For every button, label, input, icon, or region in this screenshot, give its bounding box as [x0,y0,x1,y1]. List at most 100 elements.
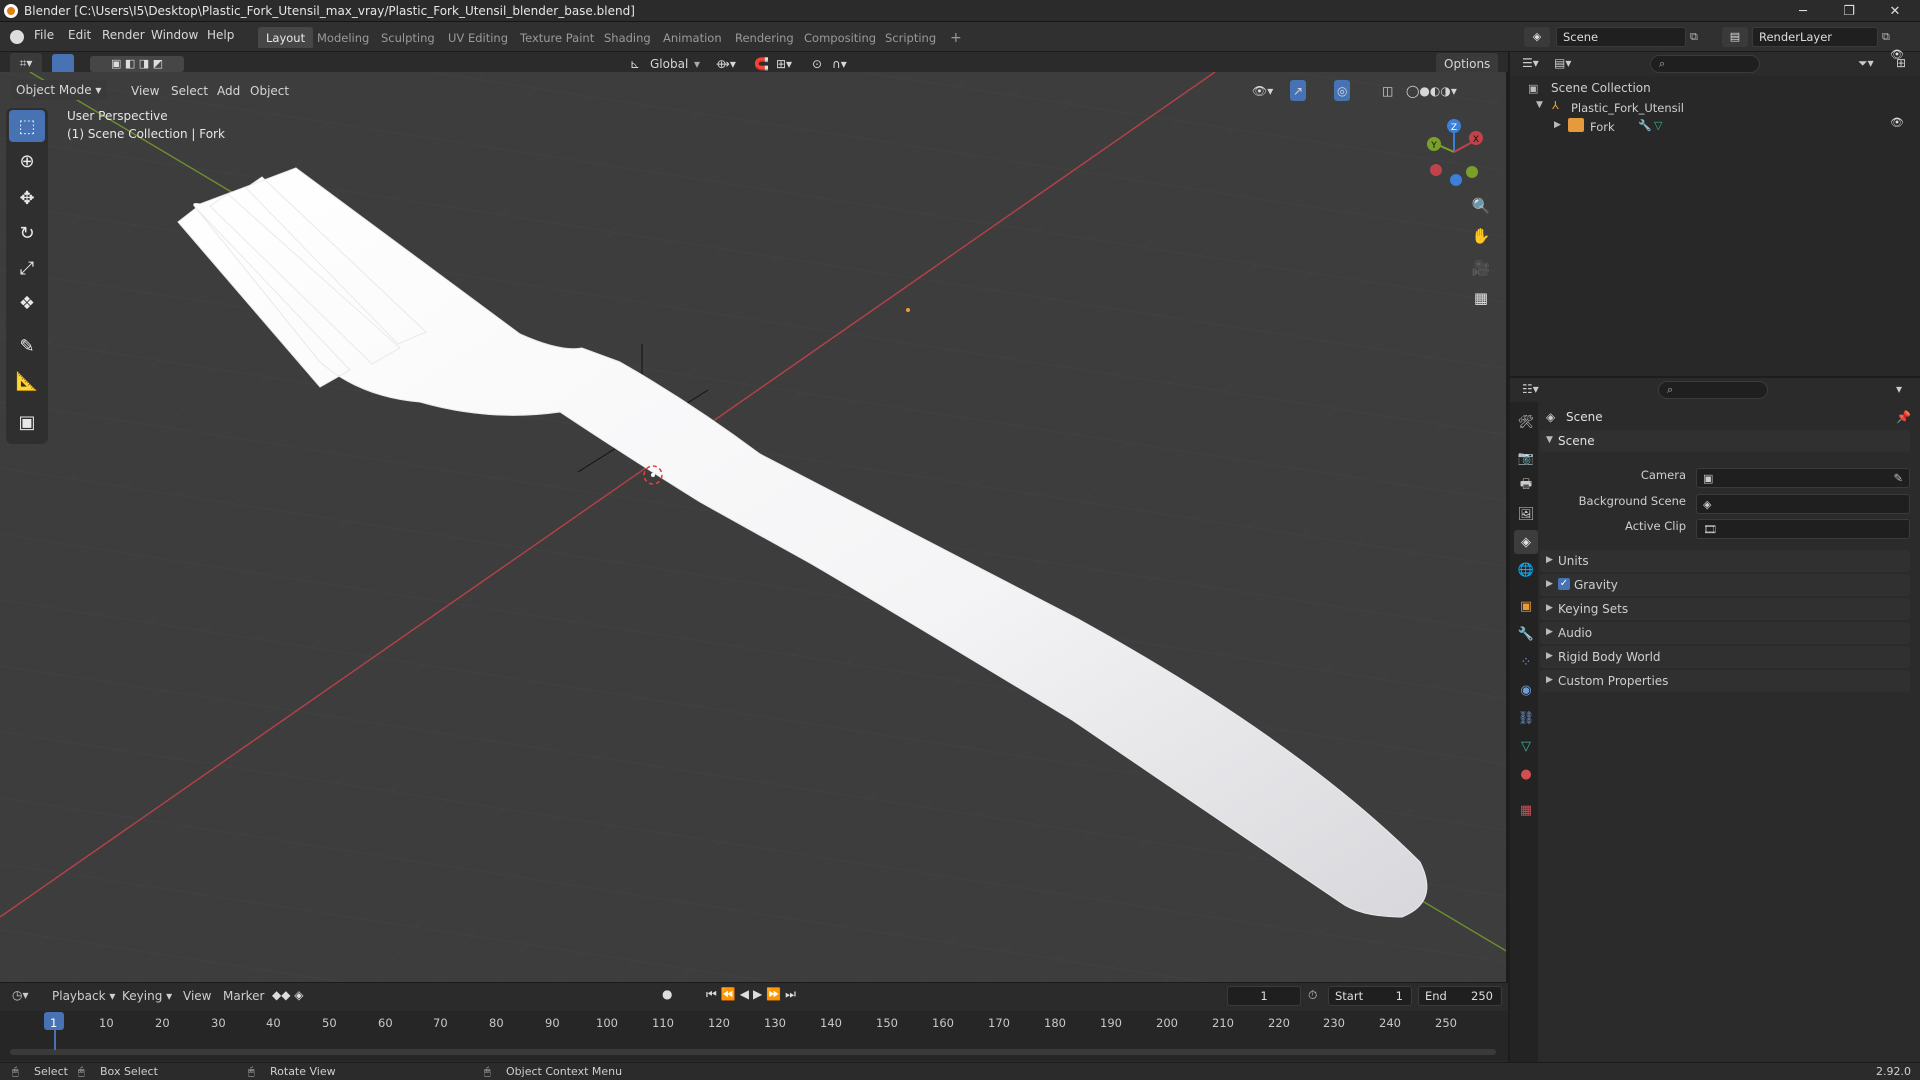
expand-chevron-right-icon[interactable]: ▶ [1554,120,1561,130]
navigation-gizmo[interactable]: Z Y X [1420,114,1500,194]
data-tab-icon[interactable]: ▽ [1514,734,1538,758]
tab-shading[interactable]: Shading [596,27,659,48]
chevron-down-icon[interactable]: ▾ [694,53,700,74]
pan-hand-icon[interactable]: ✋ [1467,222,1495,250]
marker-menu[interactable]: Marker [223,989,264,1003]
pin-icon[interactable]: 📌 [1896,410,1911,424]
move-tool[interactable]: ✥ [9,182,45,214]
scene-selector-icon[interactable]: ◈ [1524,27,1550,47]
xray-icon[interactable]: ◫ [1382,80,1393,101]
pivot-point-icon[interactable]: ⟴▾ [716,53,736,74]
active-clip-field[interactable]: 🎞 [1696,519,1910,539]
add-cube-tool[interactable]: ▣ [9,406,45,438]
camera-view-icon[interactable]: 🎥 [1467,254,1495,282]
tab-layout[interactable]: Layout [258,27,314,48]
world-tab-icon[interactable]: 🌐 [1514,558,1538,582]
new-view-layer-icon[interactable]: ⧉ [1882,30,1890,44]
expand-chevron-icon[interactable]: ▼ [1536,100,1543,110]
tool-tab-icon[interactable]: 🛠 [1514,410,1538,434]
visibility-eye-icon-fork[interactable]: 👁 [1890,116,1904,129]
visibility-eye-icon[interactable]: 👁 [1890,48,1904,61]
tab-animation[interactable]: Animation [655,27,730,48]
material-tab-icon[interactable]: ● [1514,762,1538,786]
scene-panel-header[interactable] [1540,430,1910,452]
properties-search-input[interactable]: ⌕ [1658,381,1768,399]
units-panel[interactable] [1540,550,1910,572]
record-icon[interactable]: ● [662,987,672,1001]
render-tab-icon[interactable]: 📷 [1514,446,1538,470]
tab-uv-editing[interactable]: UV Editing [440,27,516,48]
outliner-editor-icon[interactable]: ☰▾ [1522,56,1539,70]
end-frame-field[interactable]: End 250 [1418,986,1502,1006]
timeline-scrollbar[interactable] [10,1049,1496,1055]
menu-select[interactable]: Select [171,80,208,101]
keying-menu[interactable]: Keying ▾ [122,989,172,1003]
falloff-icon[interactable]: ∩▾ [832,53,847,74]
properties-editor-icon[interactable]: ☷▾ [1522,382,1539,396]
tab-scripting[interactable]: Scripting [877,27,944,48]
add-workspace-button[interactable]: + [942,27,970,48]
overlay-toggle-icon[interactable]: ◎ [1334,80,1351,101]
grid-view-icon[interactable]: ▦ [1467,284,1495,312]
measure-tool[interactable]: 📐 [9,365,45,397]
minimize-button[interactable]: ─ [1780,0,1826,22]
constraints-tab-icon[interactable]: ⛓ [1514,706,1538,730]
menu-edit[interactable]: Edit [68,28,91,42]
snap-icon[interactable]: 🧲 [754,53,769,74]
particles-tab-icon[interactable]: ⁘ [1514,650,1538,674]
scene-collection-label[interactable]: Scene Collection [1551,81,1651,95]
select-mode-icon[interactable] [52,54,74,74]
maximize-button[interactable]: ❐ [1826,0,1872,22]
zoom-icon[interactable]: 🔍 [1467,192,1495,220]
filter-icon[interactable]: ⏷▾ [1858,56,1874,71]
tab-texture-paint[interactable]: Texture Paint [512,27,602,48]
stopwatch-icon[interactable]: ⏱ [1308,988,1317,1003]
tab-sculpting[interactable]: Sculpting [373,27,443,48]
select-box-tool[interactable]: ⬚ [9,110,45,142]
menu-object[interactable]: Object [250,80,289,101]
rotate-tool[interactable]: ↻ [9,217,45,249]
tab-modeling[interactable]: Modeling [309,27,377,48]
cursor-tool[interactable]: ⊕ [9,145,45,177]
blender-menu-icon[interactable] [10,30,24,44]
view-layer-icon[interactable]: ▤ [1722,27,1748,47]
keyframe-icons[interactable]: ◆◆ ◈ [272,988,304,1002]
scale-tool[interactable]: ⤢ [9,252,45,284]
eyedropper-icon[interactable]: ✎ [1893,471,1903,485]
menu-add[interactable]: Add [217,80,240,101]
timeline-view-menu[interactable]: View [183,989,211,1003]
object-name[interactable]: Fork [1590,120,1615,134]
menu-render[interactable]: Render [102,28,145,42]
close-button[interactable]: ✕ [1872,0,1918,22]
timeline-editor-icon[interactable]: ◷▾ [12,988,29,1002]
shading-mode-icons[interactable]: ◯●◐◑▾ [1406,80,1457,101]
audio-panel[interactable] [1540,622,1910,644]
annotate-tool[interactable]: ✎ [9,330,45,362]
output-tab-icon[interactable]: 🖶 [1514,474,1538,498]
tab-rendering[interactable]: Rendering [727,27,802,48]
menu-view[interactable]: View [131,80,159,101]
transform-tool[interactable]: ❖ [9,287,45,319]
playback-controls-icons[interactable]: ⏮⏪◀▶⏩⏭ [706,987,800,1002]
render-layer-field[interactable]: RenderLayer [1752,27,1878,47]
3d-viewport[interactable]: Object Mode ▾ View Select Add Object 👁▾ … [0,72,1508,982]
background-scene-field[interactable]: ◈ [1696,494,1910,514]
selection-mode-buttons[interactable]: ▣ ◧ ◨ ◩ [90,56,184,72]
modifier-tab-icon[interactable]: 🔧 [1514,622,1538,646]
snap-settings-icon[interactable]: ⊞▾ [776,53,792,74]
start-frame-field[interactable]: Start 1 [1328,986,1412,1006]
collection-name[interactable]: Plastic_Fork_Utensil [1571,101,1684,115]
editor-type-icon[interactable]: ⌗▾ [10,53,42,74]
camera-field[interactable]: ▣ ✎ [1696,468,1910,488]
orientation-icon[interactable]: ⊾ [630,53,640,74]
view-layer-tab-icon[interactable]: 🖼 [1514,502,1538,526]
display-mode-icon[interactable]: ▤▾ [1554,56,1571,70]
mode-dropdown[interactable]: Object Mode ▾ [10,80,108,100]
texture-tab-icon[interactable]: ▦ [1514,798,1538,822]
playback-menu[interactable]: Playback ▾ [52,989,115,1003]
outliner-search-input[interactable]: ⌕ [1650,55,1760,73]
menu-window[interactable]: Window [151,28,198,42]
object-tab-icon[interactable]: ▣ [1514,594,1538,618]
scene-tab-icon[interactable]: ◈ [1514,530,1538,554]
menu-help[interactable]: Help [207,28,234,42]
